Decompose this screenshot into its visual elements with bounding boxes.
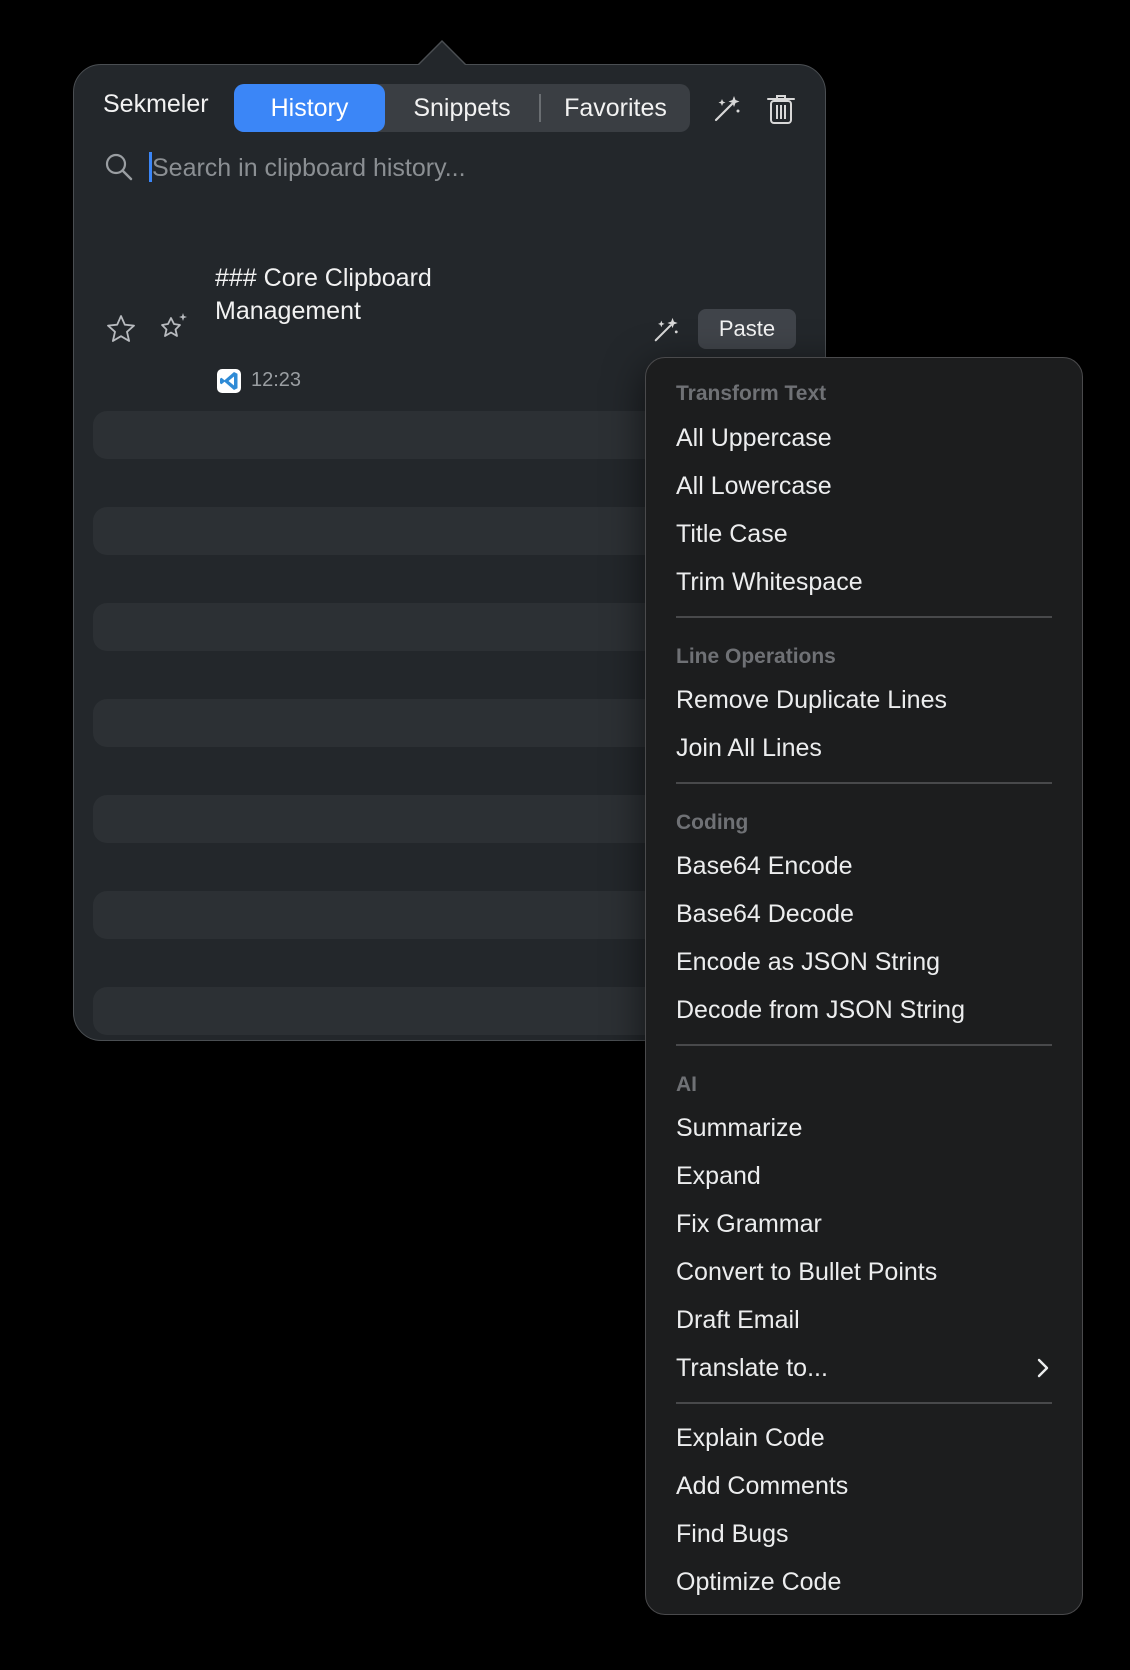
popover-arrow (418, 42, 466, 66)
vscode-icon (217, 369, 241, 393)
tab-favorites[interactable]: Favorites (541, 84, 690, 132)
text-cursor (149, 152, 152, 182)
menu-item-encode-json-string[interactable]: Encode as JSON String (676, 948, 940, 977)
menu-item-remove-duplicate-lines[interactable]: Remove Duplicate Lines (676, 686, 947, 715)
menu-item-add-comments[interactable]: Add Comments (676, 1472, 848, 1501)
menu-item-find-bugs[interactable]: Find Bugs (676, 1520, 789, 1549)
menu-item-fix-grammar[interactable]: Fix Grammar (676, 1210, 822, 1239)
menu-separator (676, 1044, 1052, 1046)
sparkle-star-icon[interactable] (158, 311, 190, 348)
tab-bar: History Snippets Favorites (234, 84, 690, 132)
menu-item-join-all-lines[interactable]: Join All Lines (676, 734, 822, 763)
menu-item-draft-email[interactable]: Draft Email (676, 1306, 800, 1335)
menu-header-ai: AI (676, 1073, 697, 1096)
menu-header-coding: Coding (676, 811, 749, 834)
tab-history[interactable]: History (234, 84, 385, 132)
chevron-right-icon (1036, 1357, 1050, 1384)
tab-snippets[interactable]: Snippets (385, 84, 539, 132)
search-icon (104, 152, 134, 187)
menu-item-decode-json-string[interactable]: Decode from JSON String (676, 996, 965, 1025)
menu-item-translate-to[interactable]: Translate to... (676, 1354, 828, 1383)
magic-wand-icon[interactable] (712, 94, 742, 129)
menu-item-base64-encode[interactable]: Base64 Encode (676, 852, 853, 881)
magic-wand-icon[interactable] (652, 316, 680, 349)
menu-item-expand[interactable]: Expand (676, 1162, 761, 1191)
paste-button[interactable]: Paste (698, 309, 796, 349)
search-input[interactable] (150, 148, 794, 188)
menu-item-all-lowercase[interactable]: All Lowercase (676, 472, 832, 501)
menu-item-convert-bullet-points[interactable]: Convert to Bullet Points (676, 1258, 937, 1287)
menu-header-line-operations: Line Operations (676, 645, 836, 668)
clip-item-title: ### Core Clipboard Management (215, 264, 432, 325)
menu-item-summarize[interactable]: Summarize (676, 1114, 802, 1143)
menu-item-trim-whitespace[interactable]: Trim Whitespace (676, 568, 863, 597)
menu-separator (676, 616, 1052, 618)
menu-item-base64-decode[interactable]: Base64 Decode (676, 900, 854, 929)
trash-icon[interactable] (767, 93, 795, 130)
menu-item-all-uppercase[interactable]: All Uppercase (676, 424, 832, 453)
app-title: Sekmeler (103, 90, 209, 118)
menu-separator (676, 782, 1052, 784)
favorite-star-icon[interactable] (105, 313, 137, 350)
menu-item-optimize-code[interactable]: Optimize Code (676, 1568, 841, 1597)
clip-item-time: 12:23 (251, 369, 302, 391)
menu-item-title-case[interactable]: Title Case (676, 520, 788, 549)
menu-header-transform-text: Transform Text (676, 382, 827, 405)
menu-item-explain-code[interactable]: Explain Code (676, 1424, 825, 1453)
menu-separator (676, 1402, 1052, 1404)
